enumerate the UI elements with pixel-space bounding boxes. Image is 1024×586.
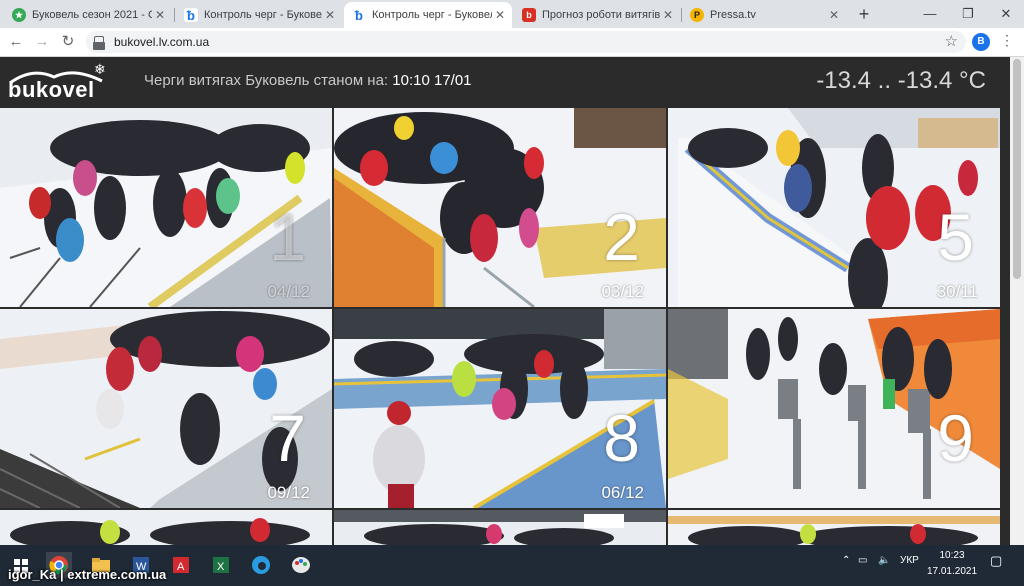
tab-title: Прогноз роботи витягів і [542, 9, 660, 21]
paint-icon[interactable] [288, 552, 314, 578]
browser-tab-4[interactable]: b Прогноз роботи витягів і ✕ [514, 2, 680, 28]
back-arrow-icon[interactable]: ← [6, 32, 26, 52]
status-time: 10:10 17/01 [392, 72, 472, 89]
browser-tab-2[interactable]: ᵬ Контроль черг - Буковель ✕ [176, 2, 342, 28]
bookmark-star-icon[interactable]: ☆ [945, 32, 958, 50]
pressa-icon: P [690, 8, 704, 22]
camera-tile-8[interactable]: 8 06/12 [334, 309, 666, 508]
camera-tile-7[interactable]: 7 09/12 [0, 309, 332, 508]
bukovel-logo[interactable]: bukovel ❄ [8, 61, 118, 102]
camera-image-row3-c [668, 510, 1000, 545]
camera-number-5: 5 [937, 200, 974, 274]
page-scrollbar[interactable] [1010, 57, 1024, 545]
snowflake-icon: ❄ [94, 61, 106, 77]
camera-number-7: 7 [269, 401, 306, 475]
acrobat-icon[interactable]: A [168, 552, 194, 578]
clock-time: 10:23 [939, 550, 965, 561]
tab-title: Контроль черг - Буковель [204, 9, 322, 21]
browser-toolbar: ← → ↻ bukovel.lv.com.ua ☆ B ⋮ [0, 28, 1024, 57]
green-star-icon: ★ [12, 8, 26, 22]
camera-tile-5[interactable]: 5 30/11 [668, 108, 1000, 307]
camera-tile-row3-b[interactable] [334, 510, 666, 545]
browser-tab-5[interactable]: P Pressa.tv ✕ [682, 2, 846, 28]
volume-icon[interactable]: 🔈 [878, 555, 890, 566]
camera-image-row3-b [334, 510, 666, 545]
camera-number-9: 9 [937, 401, 974, 475]
tab-divider [174, 8, 175, 22]
edge-icon[interactable] [248, 552, 274, 578]
minimize-icon[interactable]: — [920, 4, 940, 24]
browser-tab-strip: ★ Буковель сезон 2021 - Стр ✕ ᵬ Контроль… [0, 0, 1024, 28]
close-icon[interactable]: ✕ [492, 8, 508, 22]
camera-number-2: 2 [603, 200, 640, 274]
camera-tile-2[interactable]: 2 03/12 [334, 108, 666, 307]
new-tab-button[interactable]: + [854, 4, 874, 24]
close-icon[interactable]: ✕ [660, 8, 676, 22]
camera-number-8: 8 [603, 401, 640, 475]
reload-icon[interactable]: ↻ [58, 32, 78, 52]
camera-date-7: 09/12 [267, 483, 310, 502]
camera-tile-9[interactable]: 9 [668, 309, 1000, 508]
camera-date-2: 03/12 [601, 282, 644, 301]
address-bar[interactable]: bukovel.lv.com.ua ☆ [86, 31, 966, 53]
tray-chevron-icon[interactable]: ⌃ [842, 555, 850, 566]
camera-date-1: 04/12 [267, 282, 310, 301]
camera-tile-row3-a[interactable] [0, 510, 332, 545]
svg-text:A: A [177, 561, 185, 573]
camera-tile-row3-c[interactable] [668, 510, 1000, 545]
camera-number-1: 1 [269, 200, 306, 274]
camera-date-8: 06/12 [601, 483, 644, 502]
browser-tab-3-active[interactable]: ᵬ Контроль черг - Буковель ✕ [344, 2, 512, 28]
heading-label: Черги витягах Буковель станом на: [144, 72, 389, 89]
close-icon[interactable]: ✕ [322, 8, 338, 22]
window-close-icon[interactable]: ✕ [996, 4, 1016, 24]
tab-title: Буковель сезон 2021 - Стр [32, 9, 152, 21]
notifications-icon[interactable]: ▢ [990, 553, 1002, 569]
close-icon[interactable]: ✕ [826, 8, 842, 22]
close-icon[interactable]: ✕ [152, 8, 168, 22]
url-text[interactable]: bukovel.lv.com.ua [114, 35, 209, 49]
forward-arrow-icon[interactable]: → [32, 32, 52, 52]
scrollbar-thumb[interactable] [1013, 59, 1021, 279]
bukovel-icon: ᵬ [352, 8, 366, 23]
restore-icon[interactable]: ❐ [958, 4, 978, 24]
browser-tab-1[interactable]: ★ Буковель сезон 2021 - Стр ✕ [4, 2, 172, 28]
page-header: bukovel ❄ Черги витягах Буковель станом … [0, 57, 1010, 107]
network-icon[interactable]: ▭ [858, 555, 867, 566]
tab-title: Контроль черг - Буковель [372, 9, 492, 21]
excel-icon[interactable]: X [208, 552, 234, 578]
taskbar-clock[interactable]: 10:23 17.01.2021 [920, 548, 984, 580]
page-content: bukovel ❄ Черги витягах Буковель станом … [0, 57, 1010, 545]
tab-title: Pressa.tv [710, 9, 756, 21]
menu-kebab-icon[interactable]: ⋮ [1000, 32, 1014, 49]
camera-date-5: 30/11 [936, 282, 978, 301]
watermark-text: igor_Ka | extreme.com.ua [8, 567, 167, 582]
temperature-readout: -13.4 .. -13.4 °C [816, 67, 986, 94]
bukovel-icon: ᵬ [184, 8, 198, 23]
profile-avatar[interactable]: B [972, 33, 990, 51]
camera-tile-1[interactable]: 1 04/12 [0, 108, 332, 307]
red-icon: b [522, 8, 536, 22]
clock-date: 17.01.2021 [926, 566, 978, 577]
camera-image-row3-a [0, 510, 332, 545]
svg-text:X: X [217, 561, 225, 573]
language-indicator[interactable]: УКР [900, 555, 919, 566]
logo-text: bukovel [8, 77, 95, 102]
lock-icon[interactable] [93, 36, 105, 50]
queue-status-heading: Черги витягах Буковель станом на: 10:10 … [144, 72, 472, 89]
